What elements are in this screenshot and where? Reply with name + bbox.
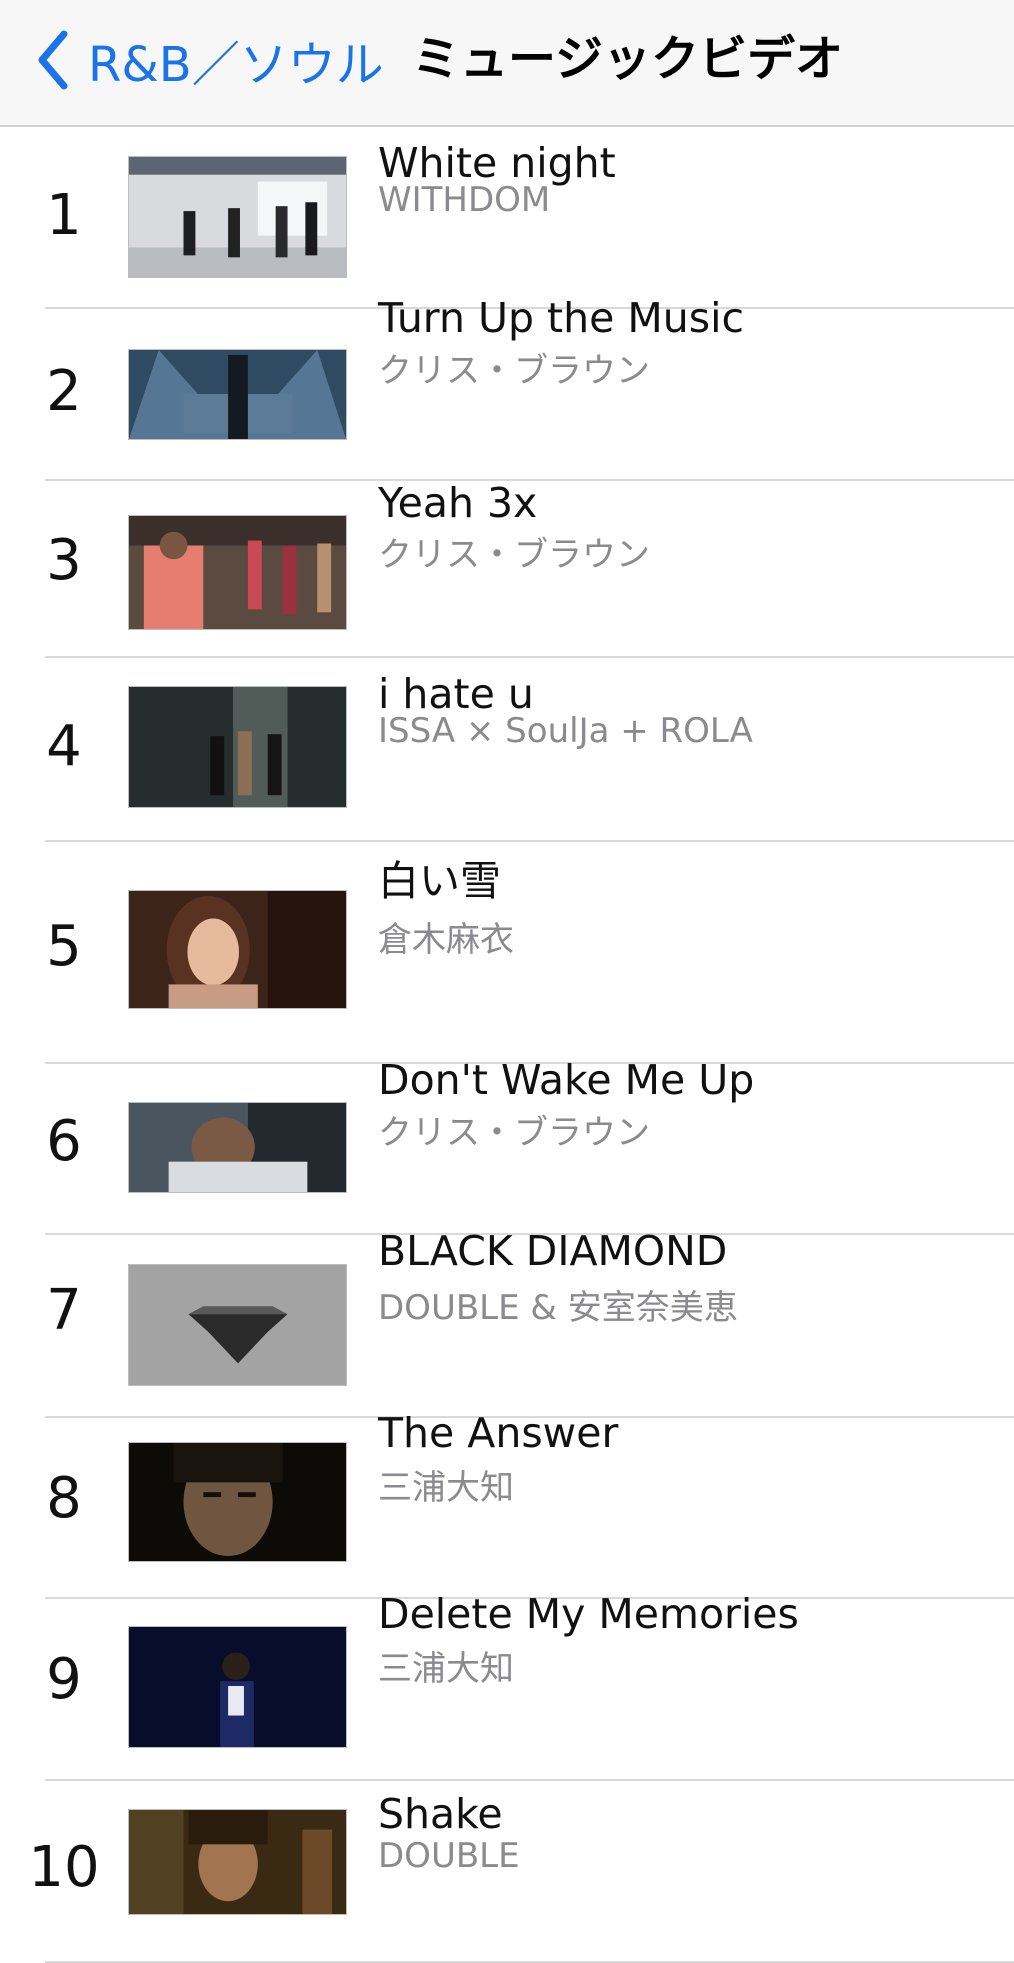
list-item[interactable]: 10 Shake DOUBLE: [0, 1781, 1014, 1963]
rank-number: 10: [28, 1835, 100, 1900]
list-item[interactable]: 3 Yeah 3x クリス・ブラウン: [0, 479, 1014, 658]
video-title: BLACK DIAMOND: [378, 1227, 728, 1275]
list-item[interactable]: 5 白い雪 倉木麻衣: [0, 842, 1014, 1064]
video-thumbnail[interactable]: [128, 1809, 347, 1915]
page-title: ミュージックビデオ: [412, 31, 844, 87]
video-title: Don't Wake Me Up: [378, 1056, 755, 1104]
video-thumbnail[interactable]: [128, 1264, 347, 1386]
rank-number: 3: [46, 528, 82, 593]
video-artist: クリス・ブラウン: [378, 351, 650, 391]
video-title: Yeah 3x: [378, 479, 538, 527]
video-title: 白い雪: [378, 857, 501, 905]
list-item[interactable]: 7 BLACK DIAMOND DOUBLE & 安室奈美恵: [0, 1227, 1014, 1418]
video-artist: DOUBLE: [378, 1836, 520, 1876]
back-button[interactable]: R&B／ソウル: [34, 28, 384, 93]
video-thumbnail[interactable]: [128, 349, 347, 440]
video-title: Shake: [378, 1790, 503, 1838]
rank-number: 9: [46, 1647, 82, 1712]
list-item[interactable]: 8 The Answer 三浦大知: [0, 1409, 1014, 1599]
rank-number: 6: [46, 1109, 82, 1174]
list-item[interactable]: 9 Delete My Memories 三浦大知: [0, 1590, 1014, 1781]
video-thumbnail[interactable]: [128, 1626, 347, 1748]
video-artist: 三浦大知: [378, 1468, 514, 1508]
rank-number: 7: [46, 1278, 82, 1343]
video-artist: クリス・ブラウン: [378, 535, 650, 575]
list-item[interactable]: 6 Don't Wake Me Up クリス・ブラウン: [0, 1056, 1014, 1235]
video-title: Delete My Memories: [378, 1590, 799, 1638]
video-artist: DOUBLE & 安室奈美恵: [378, 1288, 738, 1328]
back-label: R&B／ソウル: [88, 37, 384, 93]
list-item[interactable]: 1 White night WITHDOM: [0, 127, 1014, 309]
rank-number: 1: [46, 183, 82, 248]
list-item[interactable]: 2 Turn Up the Music クリス・ブラウン: [0, 294, 1014, 481]
rank-number: 2: [46, 359, 82, 424]
video-artist: クリス・ブラウン: [378, 1113, 650, 1153]
video-thumbnail[interactable]: [128, 515, 347, 630]
video-title: Turn Up the Music: [378, 294, 744, 342]
video-title: The Answer: [378, 1409, 619, 1457]
video-thumbnail[interactable]: [128, 686, 347, 808]
rank-number: 5: [46, 914, 82, 979]
rank-number: 8: [46, 1466, 82, 1531]
chevron-left-icon: [34, 30, 74, 90]
video-thumbnail[interactable]: [128, 156, 347, 278]
list-item[interactable]: 4 i hate u ISSA × SoulJa + ROLA: [0, 658, 1014, 842]
video-thumbnail[interactable]: [128, 890, 347, 1009]
video-thumbnail[interactable]: [128, 1442, 347, 1562]
video-thumbnail[interactable]: [128, 1102, 347, 1193]
rank-number: 4: [46, 714, 82, 779]
navigation-bar: R&B／ソウル ミュージックビデオ: [0, 0, 1014, 127]
video-artist: WITHDOM: [378, 180, 551, 220]
video-artist: ISSA × SoulJa + ROLA: [378, 711, 753, 751]
video-artist: 倉木麻衣: [378, 920, 514, 960]
video-artist: 三浦大知: [378, 1649, 514, 1689]
